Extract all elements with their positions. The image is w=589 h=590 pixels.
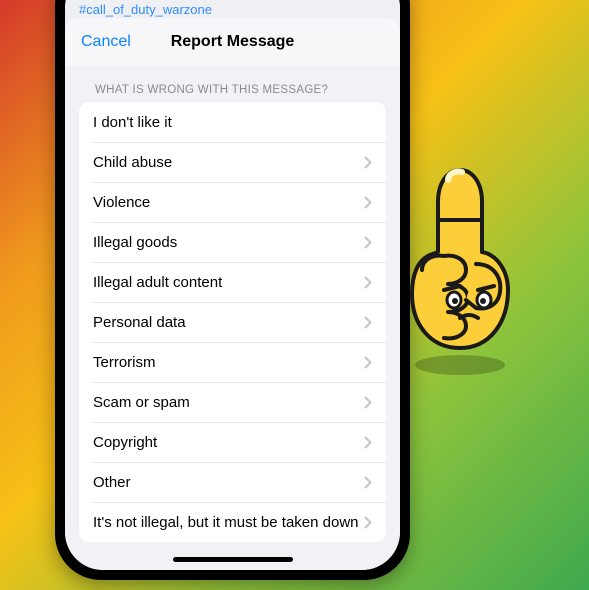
pointing-hand-sticker <box>390 160 540 380</box>
report-option-label: Illegal adult content <box>93 274 222 291</box>
underlying-chat-title: #call_of_duty_warzone <box>79 2 212 17</box>
chevron-right-icon <box>364 356 372 369</box>
report-option-label: Copyright <box>93 434 157 451</box>
report-option-row[interactable]: Copyright <box>79 422 386 462</box>
report-option-row[interactable]: I don't like it <box>79 102 386 142</box>
chevron-right-icon <box>364 196 372 209</box>
report-option-row[interactable]: Child abuse <box>79 142 386 182</box>
chevron-right-icon <box>364 276 372 289</box>
phone-screen: #call_of_duty_warzone Cancel Report Mess… <box>65 0 400 570</box>
report-option-row[interactable]: Terrorism <box>79 342 386 382</box>
chevron-right-icon <box>364 396 372 409</box>
chevron-right-icon <box>364 436 372 449</box>
report-option-row[interactable]: Personal data <box>79 302 386 342</box>
report-option-label: I don't like it <box>93 114 172 131</box>
home-indicator <box>173 557 293 562</box>
report-option-label: Personal data <box>93 314 186 331</box>
sheet-title: Report Message <box>171 33 295 51</box>
chevron-right-icon <box>364 156 372 169</box>
chevron-right-icon <box>364 236 372 249</box>
report-option-label: Violence <box>93 194 150 211</box>
sheet-header: Cancel Report Message <box>65 18 400 66</box>
report-option-row[interactable]: Other <box>79 462 386 502</box>
report-option-row[interactable]: Scam or spam <box>79 382 386 422</box>
report-sheet: Cancel Report Message WHAT IS WRONG WITH… <box>65 18 400 570</box>
phone-frame: #call_of_duty_warzone Cancel Report Mess… <box>55 0 410 580</box>
report-option-row[interactable]: It's not illegal, but it must be taken d… <box>79 502 386 542</box>
chevron-right-icon <box>364 476 372 489</box>
report-option-label: Scam or spam <box>93 394 190 411</box>
report-option-label: Other <box>93 474 131 491</box>
report-option-label: Illegal goods <box>93 234 177 251</box>
section-header: WHAT IS WRONG WITH THIS MESSAGE? <box>65 66 400 102</box>
report-options-list: I don't like it Child abuse Violence Illega… <box>79 102 386 542</box>
chevron-right-icon <box>364 316 372 329</box>
report-option-row[interactable]: Illegal adult content <box>79 262 386 302</box>
report-option-label: It's not illegal, but it must be taken d… <box>93 514 359 531</box>
report-option-row[interactable]: Violence <box>79 182 386 222</box>
chevron-right-icon <box>364 516 372 529</box>
cancel-button[interactable]: Cancel <box>81 18 131 66</box>
report-option-label: Child abuse <box>93 154 172 171</box>
report-option-label: Terrorism <box>93 354 156 371</box>
report-option-row[interactable]: Illegal goods <box>79 222 386 262</box>
